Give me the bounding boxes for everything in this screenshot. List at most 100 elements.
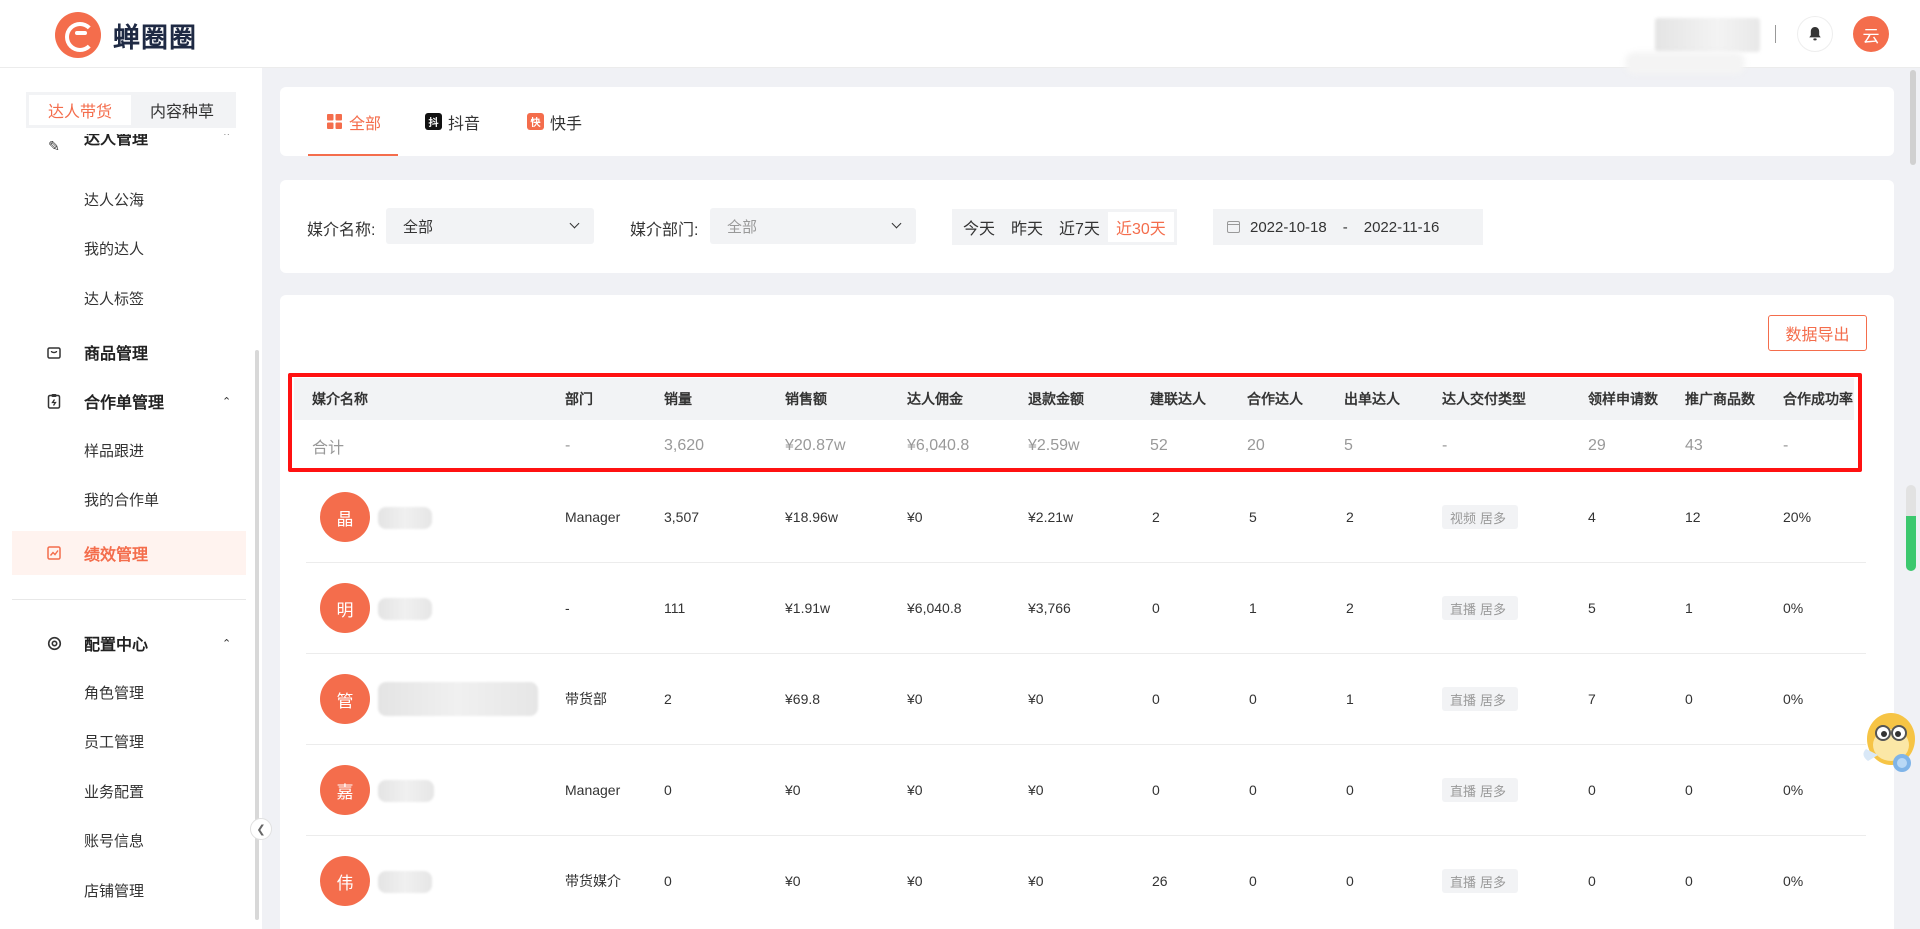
cell-rate: 20% [1783,509,1812,525]
range-30-days[interactable]: 近30天 [1107,212,1174,242]
range-7-days[interactable]: 近7天 [1051,212,1108,242]
cell-commission: ¥0 [907,691,923,707]
column-header: 合作达人 [1247,391,1303,407]
cell-ordered: 1 [1346,691,1354,707]
cell-contacted: 26 [1152,873,1168,889]
column-header: 部门 [565,391,593,407]
table-row[interactable]: 晶 Manager 3,507 ¥18.96w ¥0 ¥2.21w 2 5 2 … [306,472,1866,563]
table-row[interactable]: 明 - 111 ¥1.91w ¥6,040.8 ¥3,766 0 1 2 直播居… [306,563,1866,654]
tab-all[interactable]: 全部 [326,87,381,156]
range-today[interactable]: 今天 [955,212,1003,242]
cell-cooperated: 0 [1249,782,1257,798]
sidebar-item-creator-tags[interactable]: 达人标签 [84,280,144,316]
cell-sample: 5 [1588,600,1596,616]
cell-refund: ¥2.21w [1028,509,1074,525]
cell-commission: ¥6,040.8 [907,600,962,616]
cell-amount: ¥18.96w [785,509,838,525]
page-scrollbar[interactable] [1910,70,1916,165]
sidebar-group-label: 商品管理 [84,346,149,363]
chevron-up-icon: ⌃ [222,395,232,408]
cell-contacted: 0 [1152,782,1160,798]
cell-delivery-type: 直播 居多 [1442,836,1519,926]
tab-kuaishou[interactable]: 快 快手 [527,87,582,156]
segment-creator-sales[interactable]: 达人带货 [29,95,131,125]
header-divider [1775,25,1776,43]
cell-refund: ¥0 [1028,691,1044,707]
assistant-mascot-icon[interactable] [1858,705,1920,775]
app-logo[interactable]: 蝉圈圈 [55,12,197,58]
platform-tabs: 全部 抖 抖音 快 快手 [280,87,1894,156]
sidebar-collapse-button[interactable]: ❮ [250,818,272,840]
tab-douyin[interactable]: 抖 抖音 [425,87,480,156]
date-range-picker[interactable]: 2022-10-18 - 2022-11-16 [1213,209,1483,245]
tag-text: 直播 [1450,783,1477,799]
sidebar-item-store-management[interactable]: 店铺管理 [84,872,144,908]
sidebar-group-creator-management[interactable]: ✎ 达人管理 ⌃ [0,134,262,158]
cell-products: 1 [1685,600,1693,616]
sidebar-group-config-center[interactable]: 配置中心 ⌃ [0,623,262,663]
sidebar: 达人带货 内容种草 ✎ 达人管理 ⌃ 达人公海 我的达人 达人标签 商品管理 合… [0,68,262,929]
date-end: 2022-11-16 [1363,218,1440,236]
table-row[interactable]: 伟 带货媒介 0 ¥0 ¥0 ¥0 26 0 0 直播 居多 0 0 0% [306,836,1866,927]
summary-row: 合计 - 3,620 ¥20.87w ¥6,040.8 ¥2.59w 52 20… [294,420,1854,472]
cell-amount: ¥69.8 [785,691,821,707]
summary-cell: ¥20.87w [785,437,846,454]
cell-sales: 111 [664,600,686,616]
avatar: 明 [320,583,370,633]
cell-refund: ¥0 [1028,782,1044,798]
segment-content-seeding[interactable]: 内容种草 [131,95,233,125]
sidebar-item-business-config[interactable]: 业务配置 [84,773,144,809]
cell-ordered: 2 [1346,509,1354,525]
export-data-button[interactable]: 数据导出 [1768,315,1867,351]
user-avatar[interactable]: 云 [1853,16,1889,52]
logo-icon [55,12,101,58]
cell-amount: ¥1.91w [785,600,831,616]
floating-progress-widget[interactable] [1906,485,1916,571]
sidebar-group-label: 配置中心 [84,637,149,654]
avatar: 伟 [320,856,370,906]
delivery-type-tag: 直播 居多 [1442,869,1519,893]
sidebar-item-my-orders[interactable]: 我的合作单 [84,481,159,517]
delivery-type-tag: 直播 居多 [1442,687,1519,711]
media-name-value: 全部 [403,218,434,236]
chevron-down-icon [891,218,902,229]
tag-text: 直播 [1450,601,1477,617]
user-name-redacted[interactable] [1655,18,1760,52]
summary-cell: 合计 [312,440,345,457]
cell-sales: 2 [664,691,672,707]
sidebar-item-sample-tracking[interactable]: 样品跟进 [84,432,144,468]
business-mode-switch: 达人带货 内容种草 [26,92,236,128]
range-yesterday[interactable]: 昨天 [1003,212,1051,242]
summary-cell: - [1783,437,1789,454]
table-row[interactable]: 嘉 Manager 0 ¥0 ¥0 ¥0 0 0 0 直播 居多 0 0 0% [306,745,1866,836]
sidebar-item-staff-management[interactable]: 员工管理 [84,723,144,759]
media-name-redacted [378,682,538,716]
media-name-redacted [378,871,432,893]
sidebar-item-my-creators[interactable]: 我的达人 [84,230,144,266]
sidebar-item-role-management[interactable]: 角色管理 [84,674,144,710]
cell-cooperated: 0 [1249,873,1257,889]
tab-label: 抖音 [448,115,481,133]
column-header: 合作成功率 [1783,391,1853,407]
media-name-redacted [378,780,434,802]
table-row[interactable]: 管 带货部 2 ¥69.8 ¥0 ¥0 0 0 1 直播 居多 7 0 0% [306,654,1866,745]
sidebar-group-order-management[interactable]: 合作单管理 ⌃ [0,381,262,421]
bag-icon [46,344,62,360]
sidebar-item-creator-pool[interactable]: 达人公海 [84,181,144,217]
sidebar-group-performance-management[interactable]: 绩效管理 [0,533,262,573]
media-name-redacted [378,598,432,620]
media-dept-label: 媒介部门: [630,222,699,239]
sidebar-item-account-info[interactable]: 账号信息 [84,822,144,858]
media-name-select[interactable]: 全部 [386,208,594,244]
cell-cooperated: 5 [1249,509,1257,525]
chevron-up-icon: ⌃ [222,637,232,650]
summary-cell: 43 [1685,437,1703,454]
kuaishou-icon: 快 [527,113,544,130]
notification-bell-icon[interactable] [1797,16,1833,52]
summary-cell: ¥2.59w [1028,437,1080,454]
media-dept-select[interactable]: 全部 [710,208,916,244]
cell-ordered: 0 [1346,873,1354,889]
summary-cell: - [565,437,571,454]
calendar-icon [1227,221,1240,233]
sidebar-group-product-management[interactable]: 商品管理 [0,332,262,372]
